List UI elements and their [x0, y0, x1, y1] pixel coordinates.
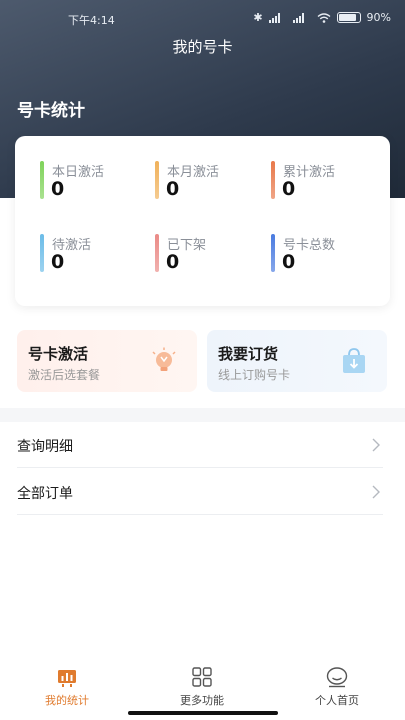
- stat-value: 0: [51, 251, 65, 273]
- stat-month-activated[interactable]: 本月激活 0: [155, 161, 265, 201]
- status-bar: 下午4:14 ✱ 90%: [0, 0, 405, 34]
- stat-color-bar: [155, 161, 159, 199]
- stat-value: 0: [282, 178, 296, 200]
- stat-color-bar: [271, 234, 275, 272]
- menu-label: 查询明细: [17, 439, 73, 455]
- status-icons: ✱ 90%: [253, 11, 391, 24]
- menu-label: 全部订单: [17, 486, 73, 502]
- promo-subtitle: 线上订购号卡: [218, 368, 291, 382]
- section-divider: [0, 408, 405, 422]
- signal-icon-2: [292, 12, 311, 23]
- shopping-bag-icon: [343, 348, 365, 373]
- tab-personal-home[interactable]: 个人首页: [287, 666, 387, 708]
- stat-color-bar: [40, 234, 44, 272]
- home-indicator[interactable]: [128, 711, 278, 715]
- battery-icon: [336, 12, 361, 23]
- menu-all-orders[interactable]: 全部订单: [17, 469, 383, 515]
- stat-value: 0: [51, 178, 65, 200]
- menu-query-details[interactable]: 查询明细: [17, 422, 383, 468]
- profile-icon: [326, 667, 348, 688]
- stat-color-bar: [271, 161, 275, 199]
- stats-section-title: 号卡统计: [17, 101, 85, 121]
- stat-value: 0: [166, 178, 180, 200]
- chevron-right-icon: [372, 485, 380, 499]
- tab-more-features[interactable]: 更多功能: [152, 666, 252, 708]
- battery-level: 90%: [366, 11, 391, 24]
- stat-value: 0: [282, 251, 296, 273]
- wifi-icon: [317, 12, 330, 23]
- grid-icon: [192, 667, 212, 687]
- order-cards-button[interactable]: 我要订货 线上订购号卡: [207, 330, 387, 392]
- signal-icon: [268, 12, 287, 23]
- stat-card-total[interactable]: 号卡总数 0: [271, 234, 381, 274]
- stats-icon: [58, 670, 76, 687]
- promo-subtitle: 激活后选套餐: [28, 368, 101, 382]
- card-activation-button[interactable]: 号卡激活 激活后选套餐: [17, 330, 197, 392]
- stats-card: 本日激活 0 本月激活 0 累计激活 0 待激活 0 已下架 0 号卡总数 0: [15, 136, 390, 306]
- tab-label: 我的统计: [45, 694, 89, 707]
- stat-value: 0: [166, 251, 180, 273]
- tab-label: 更多功能: [180, 694, 224, 707]
- chevron-right-icon: [372, 438, 380, 452]
- promo-title: 我要订货: [218, 345, 279, 363]
- bluetooth-icon: ✱: [253, 11, 263, 24]
- tab-label: 个人首页: [315, 694, 359, 707]
- stat-today-activated[interactable]: 本日激活 0: [40, 161, 150, 201]
- stat-delisted[interactable]: 已下架 0: [155, 234, 265, 274]
- promo-title: 号卡激活: [28, 345, 89, 363]
- stat-total-activated[interactable]: 累计激活 0: [271, 161, 381, 201]
- status-time: 下午4:14: [68, 14, 115, 27]
- stat-color-bar: [155, 234, 159, 272]
- stat-pending-activation[interactable]: 待激活 0: [40, 234, 150, 274]
- page-title: 我的号卡: [172, 38, 233, 56]
- tab-my-stats[interactable]: 我的统计: [17, 666, 117, 708]
- stat-color-bar: [40, 161, 44, 199]
- bulb-icon: [152, 347, 176, 371]
